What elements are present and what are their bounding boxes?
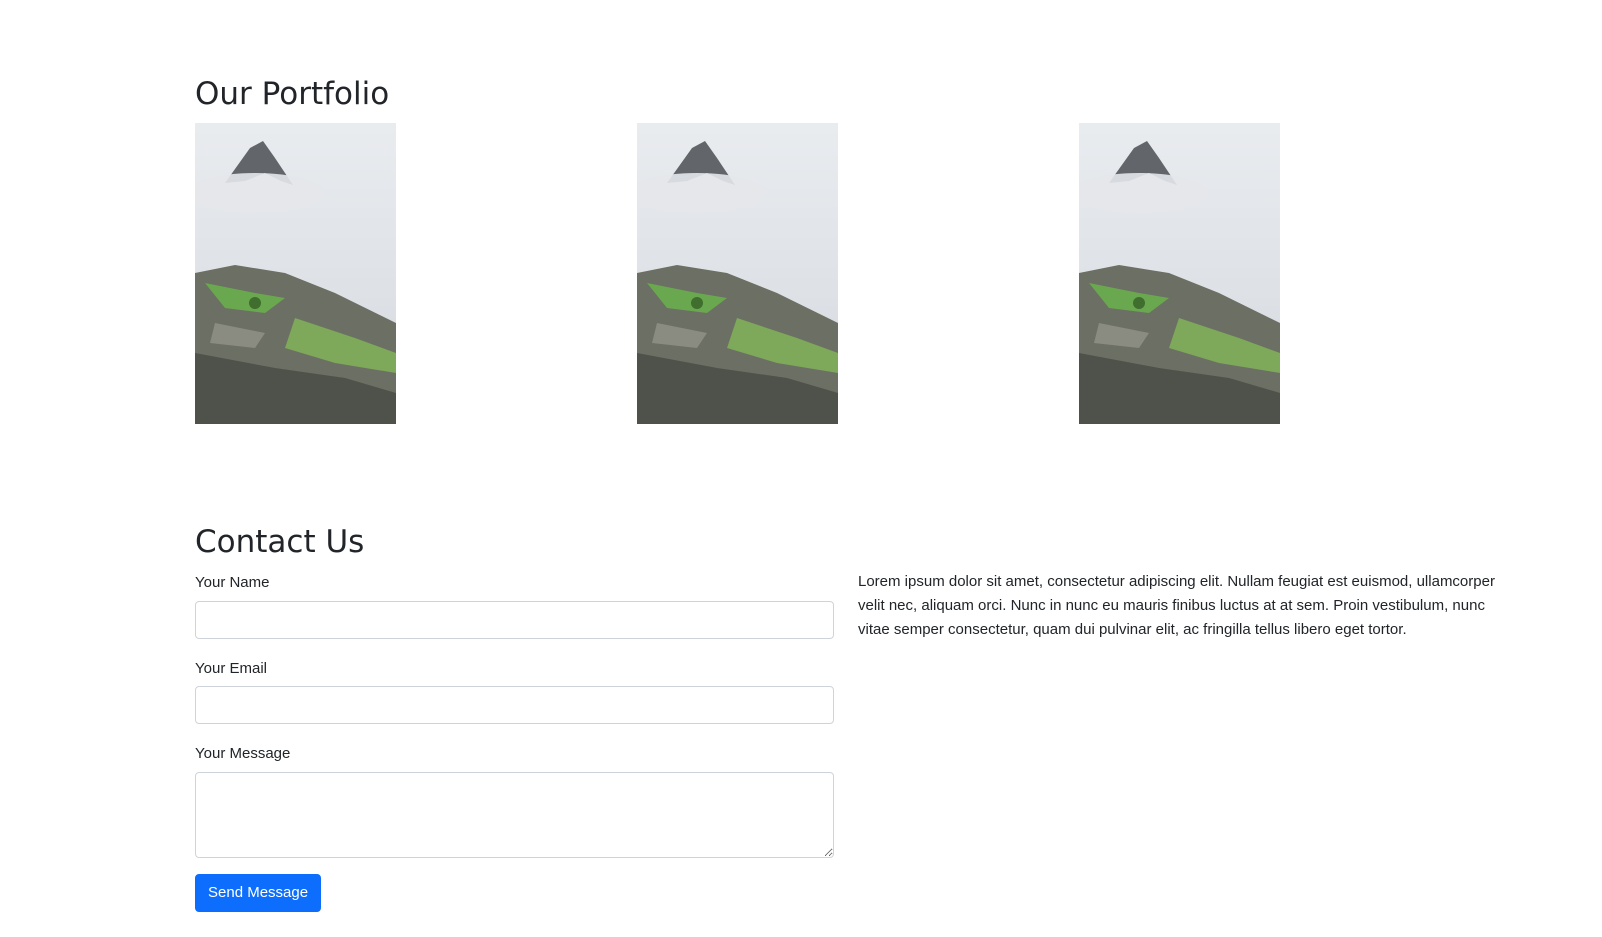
name-field[interactable]	[195, 600, 834, 639]
portfolio-image-1	[195, 123, 396, 424]
contact-title: Contact Us	[195, 524, 365, 560]
email-field[interactable]	[195, 686, 834, 724]
contact-form: Your Name Your Email Your Message Send M…	[195, 572, 834, 912]
email-group: Your Email	[195, 658, 834, 724]
message-label: Your Message	[195, 745, 291, 762]
message-textarea[interactable]	[195, 771, 834, 858]
mountain-photo-icon	[637, 123, 838, 424]
email-label: Your Email	[195, 659, 267, 677]
portfolio-title: Our Portfolio	[195, 76, 390, 112]
name-group: Your Name	[195, 572, 834, 639]
portfolio-image-2	[637, 123, 838, 424]
mountain-photo-icon	[1079, 123, 1280, 424]
contact-description: Lorem ipsum dolor sit amet, consectetur …	[858, 573, 1495, 638]
portfolio-image-3	[1079, 123, 1280, 424]
mountain-photo-icon	[195, 123, 396, 424]
message-group: Your Message	[195, 743, 834, 858]
send-message-button[interactable]: Send Message	[195, 873, 322, 912]
page: Our Portfolio Contact Us Your Name Your …	[0, 0, 1602, 937]
name-label: Your Name	[195, 574, 270, 591]
